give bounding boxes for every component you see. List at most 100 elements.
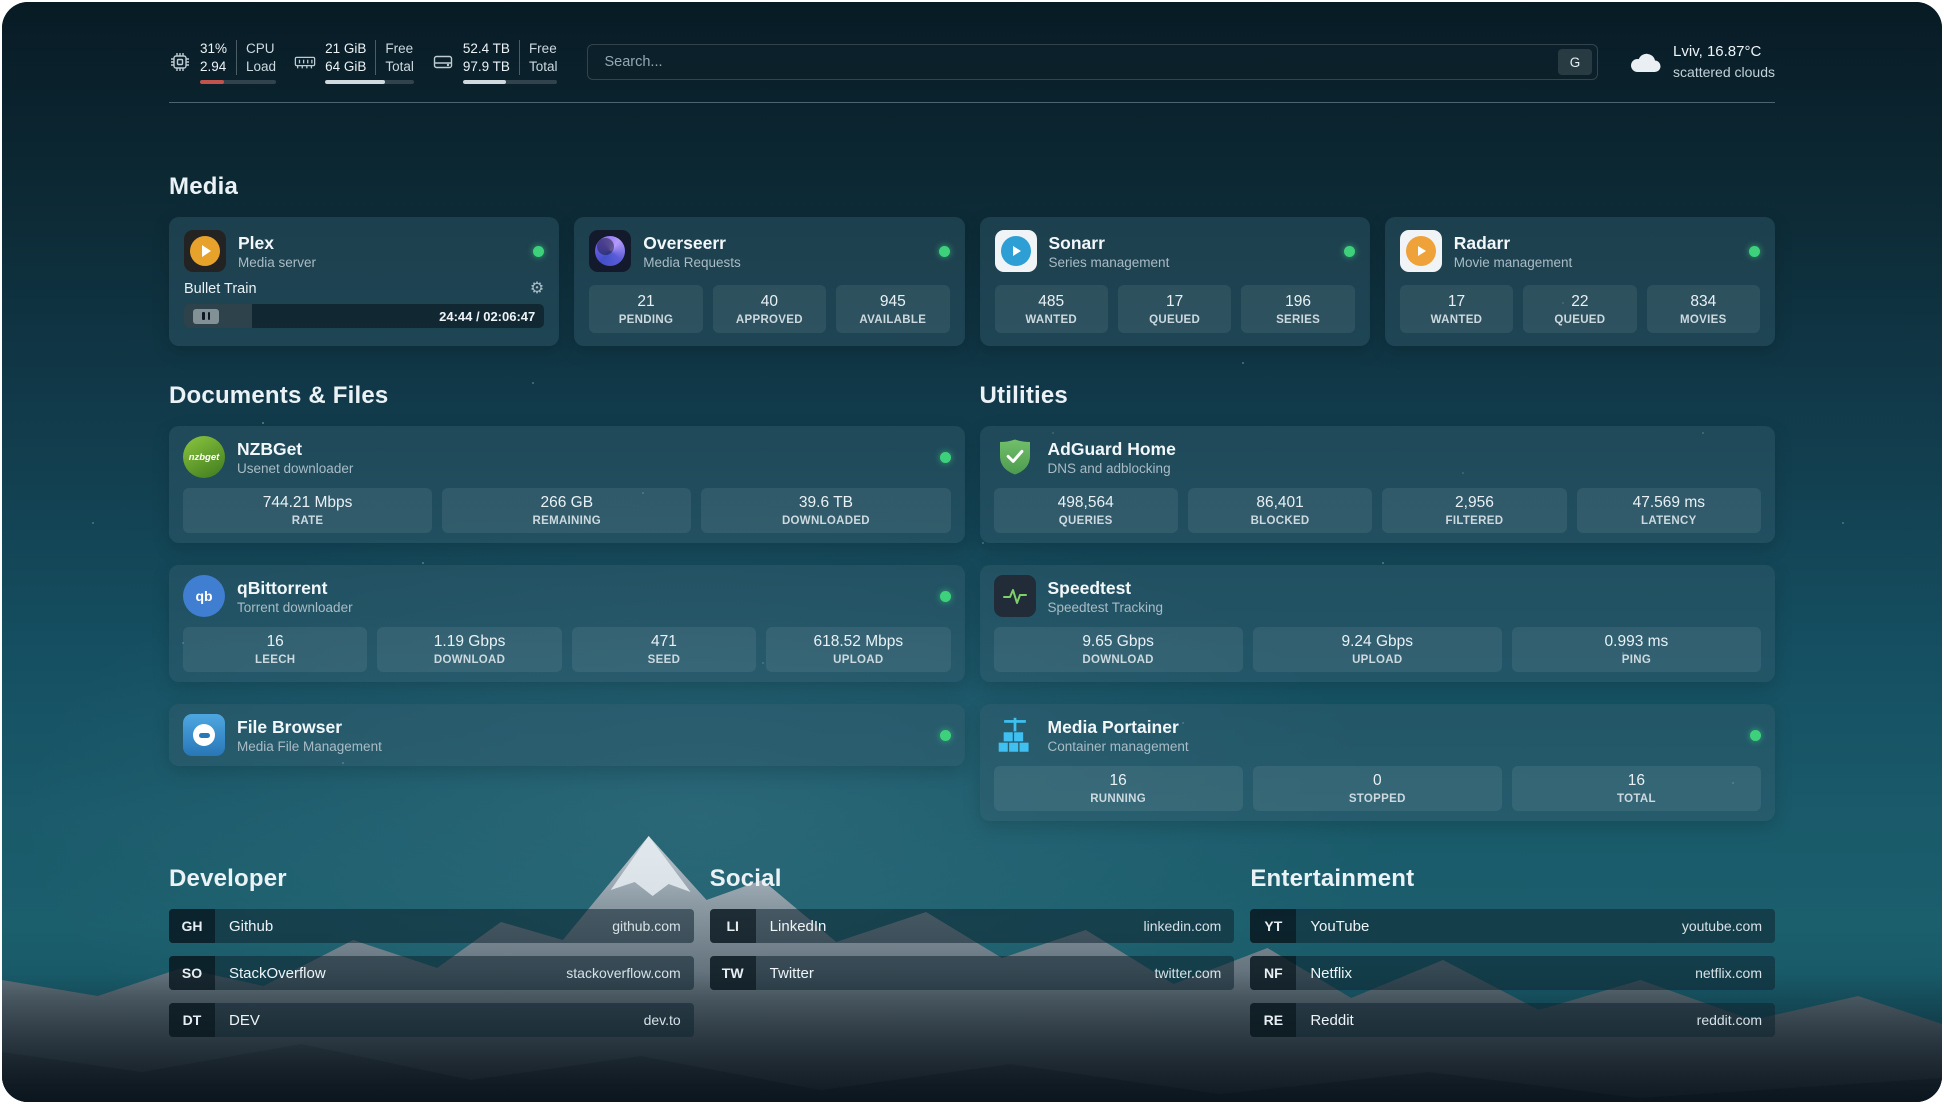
bookmark-label: DEV [229,1012,260,1029]
utilities-section-title: Utilities [980,382,1776,410]
topbar-divider [169,102,1775,103]
status-dot [939,246,950,257]
radarr-icon [1400,230,1442,272]
social-section-title: Social [710,865,1235,893]
bookmark-abbr: TW [710,956,756,990]
stat-seed: 471 SEED [572,627,756,672]
app-card-adguard-home[interactable]: AdGuard Home DNS and adblocking 498,564 … [980,426,1776,543]
app-name: Overseerr [643,233,741,253]
system-widgets: 31% 2.94 CPU Load [169,40,557,84]
bookmark-domain: youtube.com [1682,918,1762,934]
bookmark-youtube[interactable]: YT YouTube youtube.com [1250,909,1775,943]
section-developer: Developer GH Github github.com SO StackO… [169,865,694,1050]
app-card-speedtest[interactable]: Speedtest Speedtest Tracking 9.65 Gbps D… [980,565,1776,682]
bookmark-abbr: NF [1250,956,1296,990]
app-card-qbittorrent[interactable]: qb qBittorrent Torrent downloader 16 LEE… [169,565,965,682]
app-name: AdGuard Home [1048,439,1176,459]
bookmark-github[interactable]: GH Github github.com [169,909,694,943]
cpu-icon [169,51,191,73]
now-playing-title: Bullet Train [184,281,257,297]
bookmark-domain: reddit.com [1697,1012,1762,1028]
bookmark-twitter[interactable]: TW Twitter twitter.com [710,956,1235,990]
status-dot [940,452,951,463]
player-progress-bar[interactable]: 24:44 / 02:06:47 [184,304,544,328]
app-name: Speedtest [1048,578,1164,598]
search-engine-button[interactable]: G [1558,49,1592,75]
stat-running: 16 RUNNING [994,766,1243,811]
bookmark-abbr: LI [710,909,756,943]
app-name: NZBGet [237,439,353,459]
status-dot [940,730,951,741]
dashboard: 31% 2.94 CPU Load [2,2,1942,1102]
page-content: 31% 2.94 CPU Load [2,2,1942,1102]
stat-blocked: 86,401 BLOCKED [1188,488,1372,533]
stat-wanted: 485 WANTED [995,285,1108,333]
app-card-filebrowser[interactable]: File Browser Media File Management [169,704,965,766]
stat-downloaded: 39.6 TB DOWNLOADED [701,488,950,533]
app-subtitle: Media File Management [237,739,382,754]
bookmark-label: LinkedIn [770,918,827,935]
app-name: File Browser [237,717,382,737]
app-card-overseerr[interactable]: Overseerr Media Requests 21 PENDING 40 A… [574,217,964,346]
cpu-load-value: 2.94 [200,58,227,76]
app-card-plex[interactable]: Plex Media server Bullet Train ⚙ 24:44 /… [169,217,559,346]
stat-approved: 40 APPROVED [713,285,826,333]
stat-movies: 834 MOVIES [1647,285,1760,333]
pause-button[interactable] [193,309,219,324]
app-subtitle: Media Requests [643,255,741,270]
status-dot [533,246,544,257]
stat-ping: 0.993 ms PING [1512,627,1761,672]
bookmark-label: Reddit [1310,1012,1353,1029]
app-subtitle: Speedtest Tracking [1048,600,1164,615]
stat-download: 9.65 Gbps DOWNLOAD [994,627,1243,672]
search-input[interactable] [602,53,1558,71]
status-dot [1344,246,1355,257]
bookmark-reddit[interactable]: RE Reddit reddit.com [1250,1003,1775,1037]
stat-pending: 21 PENDING [589,285,702,333]
weather-widget: Lviv, 16.87°C scattered clouds [1628,42,1775,81]
gear-icon[interactable]: ⚙ [530,281,544,297]
bookmark-label: YouTube [1310,918,1369,935]
portainer-icon [994,714,1036,756]
top-bar: 31% 2.94 CPU Load [169,40,1775,84]
disk-free-label: Free [529,40,558,58]
documents-section-title: Documents & Files [169,382,965,410]
app-card-portainer[interactable]: Media Portainer Container management 16 … [980,704,1776,821]
speedtest-icon [994,575,1036,617]
bookmark-domain: twitter.com [1154,965,1221,981]
bookmark-abbr: SO [169,956,215,990]
bookmark-netflix[interactable]: NF Netflix netflix.com [1250,956,1775,990]
stat-rate: 744.21 Mbps RATE [183,488,432,533]
stat-upload: 618.52 Mbps UPLOAD [766,627,950,672]
stat-download: 1.19 Gbps DOWNLOAD [377,627,561,672]
app-subtitle: Media server [238,255,316,270]
stat-queued: 22 QUEUED [1523,285,1636,333]
stat-wanted: 17 WANTED [1400,285,1513,333]
bookmark-linkedin[interactable]: LI LinkedIn linkedin.com [710,909,1235,943]
memory-total-value: 64 GiB [325,58,366,76]
bookmark-stackoverflow[interactable]: SO StackOverflow stackoverflow.com [169,956,694,990]
status-dot [1750,730,1761,741]
disk-free-value: 52.4 TB [463,40,510,58]
stat-remaining: 266 GB REMAINING [442,488,691,533]
bookmark-abbr: GH [169,909,215,943]
player-time: 24:44 / 02:06:47 [439,309,535,324]
bookmark-label: Netflix [1310,965,1352,982]
app-card-radarr[interactable]: Radarr Movie management 17 WANTED 22 QUE… [1385,217,1775,346]
disk-progress-fill [463,80,507,84]
nzbget-icon: nzbget [183,436,225,478]
weather-location-temp: Lviv, 16.87°C [1673,42,1775,62]
bookmark-domain: github.com [612,918,680,934]
disk-icon [432,51,454,73]
stat-series: 196 SERIES [1241,285,1354,333]
stat-filtered: 2,956 FILTERED [1382,488,1566,533]
overseerr-icon [589,230,631,272]
cloud-icon [1628,49,1662,75]
memory-widget: 21 GiB 64 GiB Free Total [294,40,414,84]
app-card-sonarr[interactable]: Sonarr Series management 485 WANTED 17 Q… [980,217,1370,346]
adguard-icon [994,436,1036,478]
memory-progress-fill [325,80,385,84]
bookmark-dev[interactable]: DT DEV dev.to [169,1003,694,1037]
app-card-nzbget[interactable]: nzbget NZBGet Usenet downloader 744.21 M… [169,426,965,543]
search-bar[interactable]: G [587,44,1598,80]
